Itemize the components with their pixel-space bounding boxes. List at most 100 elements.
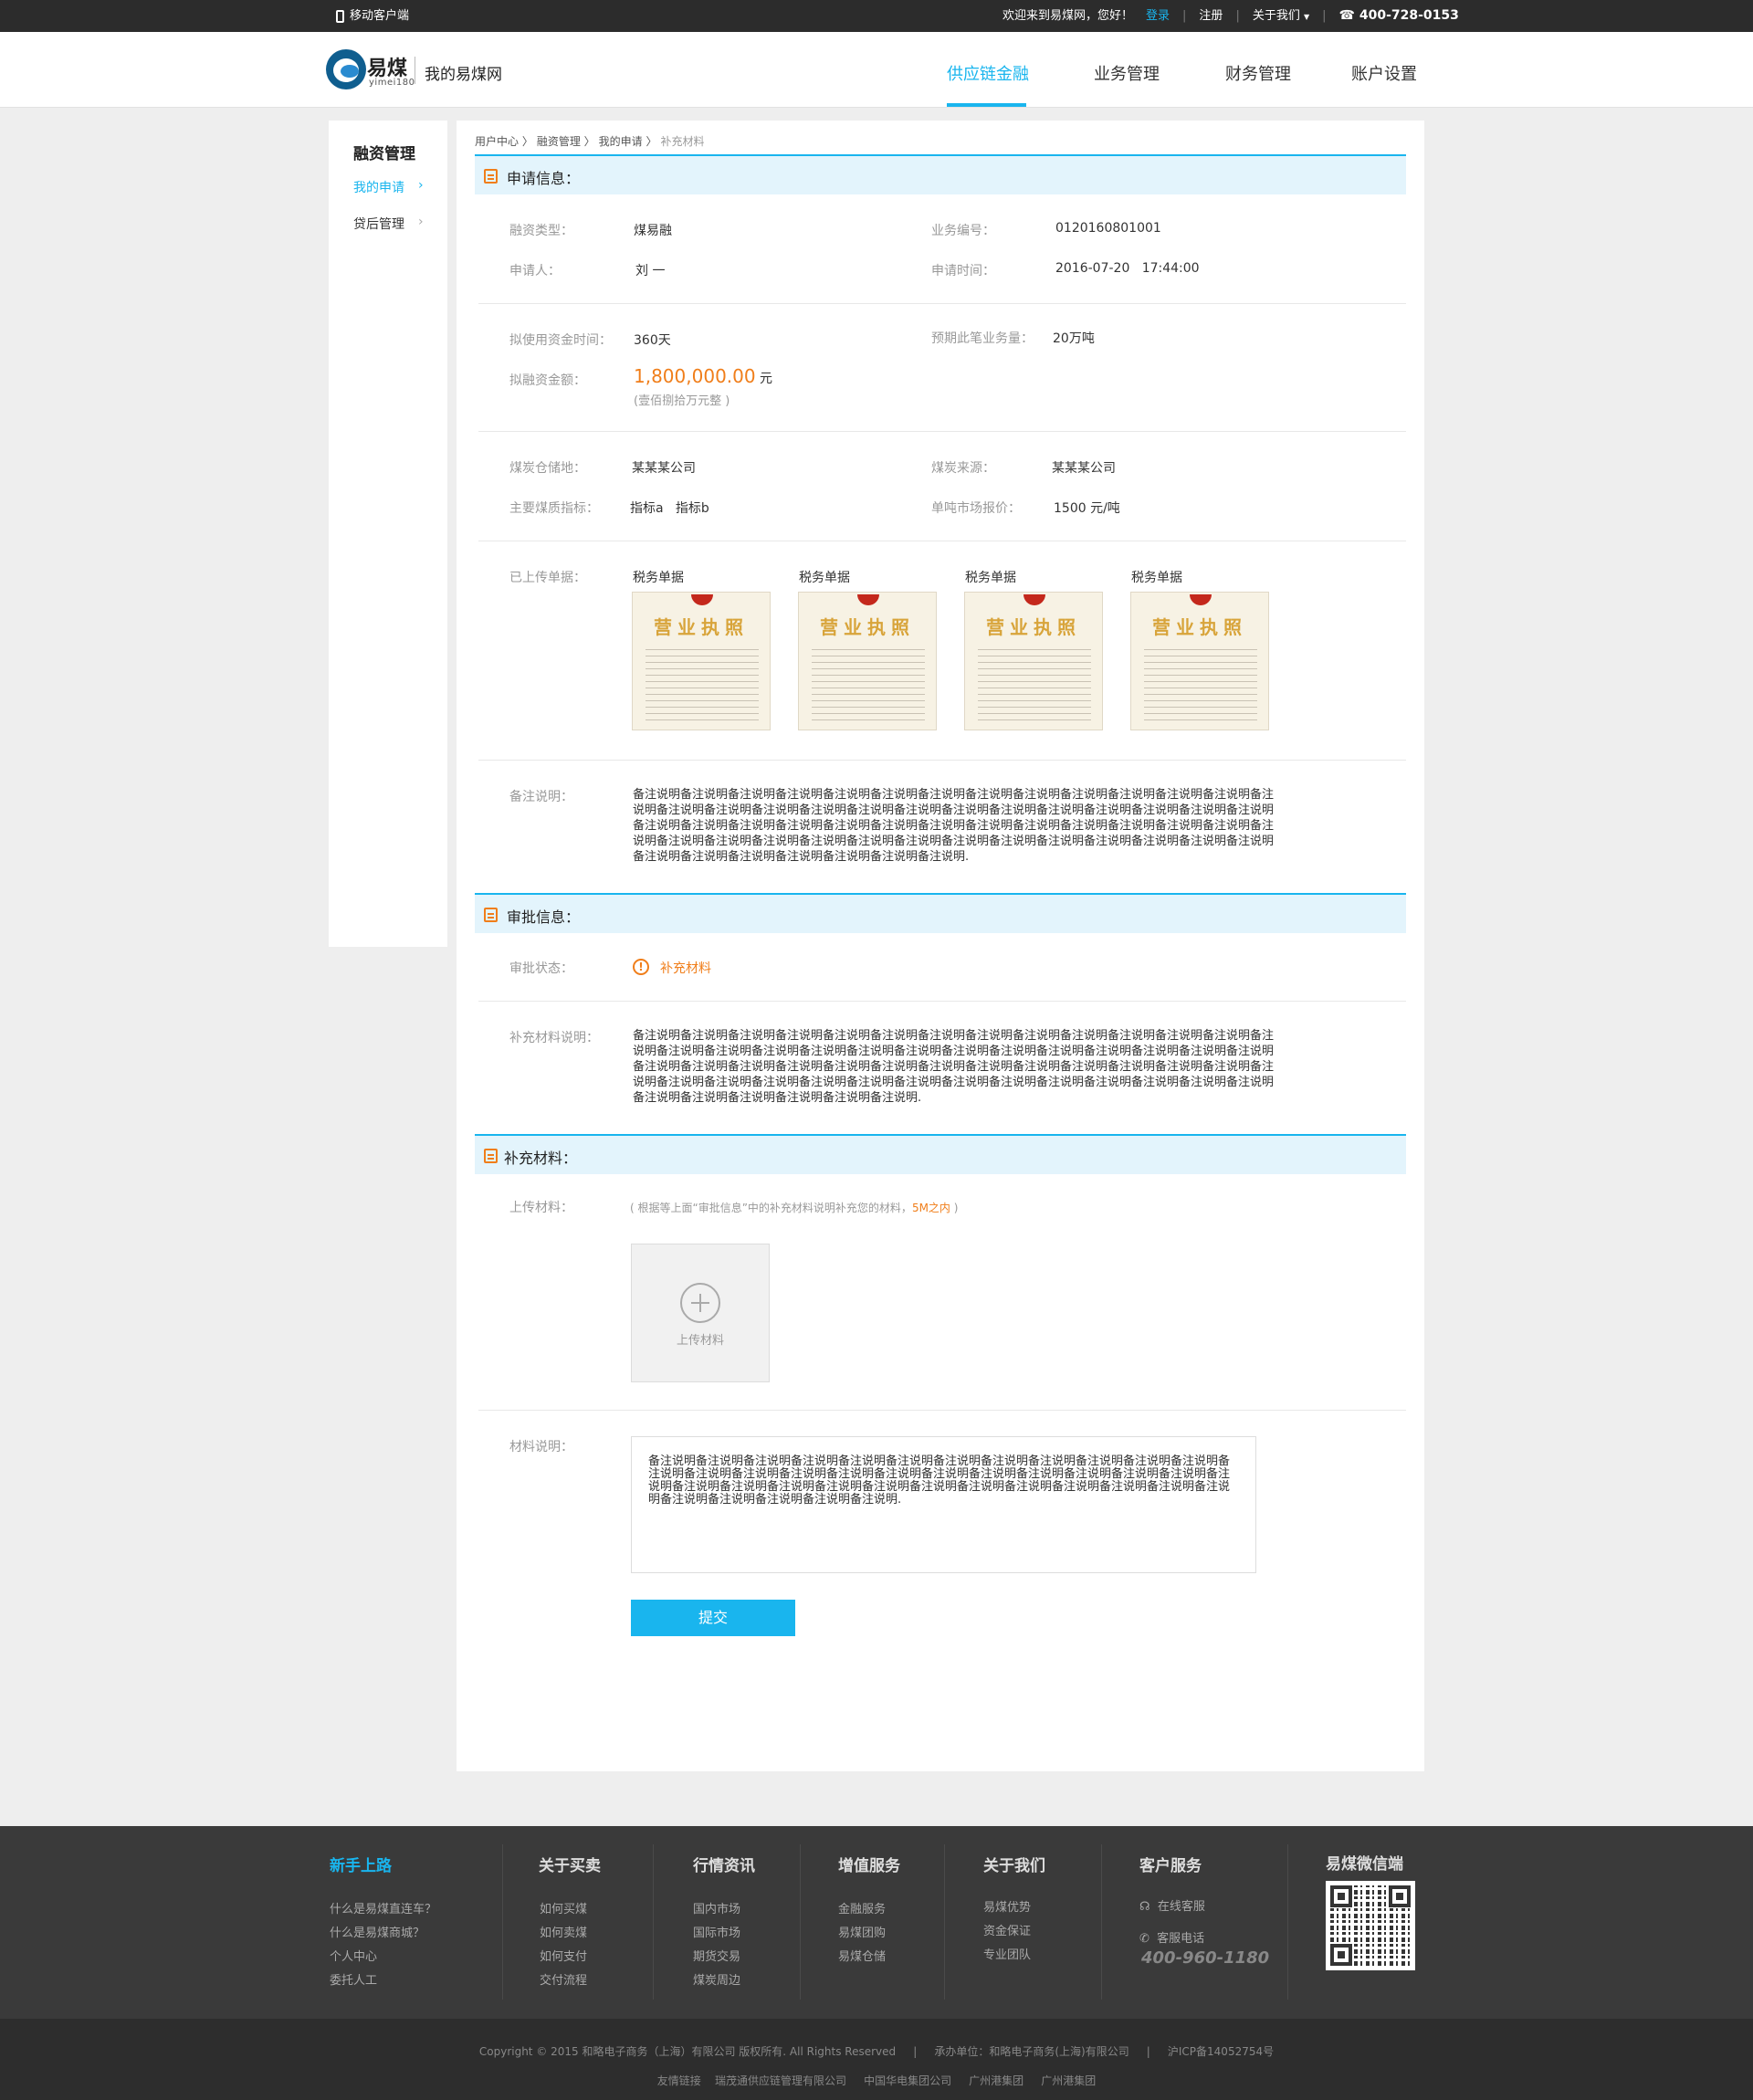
- divider: [478, 1410, 1406, 1411]
- nav-business-management[interactable]: 业务管理: [1094, 61, 1160, 85]
- upload-label: 上传材料：: [509, 1201, 573, 1215]
- source-label: 煤炭来源：: [931, 461, 995, 476]
- sidebar-item-post-loan[interactable]: 贷后管理: [353, 215, 404, 233]
- footer-link[interactable]: 专业团队: [983, 1945, 1031, 1962]
- divider: |: [1182, 9, 1187, 23]
- footer-link[interactable]: 如何支付: [540, 1947, 587, 1964]
- footer-link[interactable]: 易煤优势: [983, 1897, 1031, 1915]
- doc-caption: 税务单据: [965, 571, 1016, 585]
- footer-col-title: 关于买卖: [539, 1857, 601, 1875]
- document-title: 营业执照: [820, 616, 915, 638]
- supplement-desc-text: 备注说明备注说明备注说明备注说明备注说明备注说明备注说明备注说明备注说明备注说明…: [633, 1029, 1275, 1105]
- document-thumbnail[interactable]: 营业执照: [632, 592, 771, 730]
- plus-circle-icon: [680, 1283, 720, 1323]
- document-title: 营业执照: [986, 616, 1081, 638]
- about-dropdown[interactable]: 关于我们 ▼: [1253, 0, 1309, 33]
- applicant-label: 申请人：: [509, 264, 561, 278]
- footer-divider: [1101, 1844, 1102, 2000]
- footer-link[interactable]: 什么是易煤直连车？: [330, 1899, 436, 1916]
- telephone-icon: ☎: [1338, 8, 1355, 23]
- applicant-value: 刘 一: [635, 264, 666, 278]
- friend-links[interactable]: 友情链接 瑞茂通供应链管理有限公司 中国华电集团公司 广州港集团 广州港集团: [0, 2073, 1753, 2088]
- footer-link[interactable]: 国内市场: [693, 1899, 740, 1916]
- online-service-link[interactable]: ☊ 在线客服: [1139, 1896, 1205, 1914]
- section-header-apply-info: 申请信息：: [475, 154, 1406, 194]
- footer-link[interactable]: 金融服务: [838, 1899, 886, 1916]
- footer-link[interactable]: 个人中心: [330, 1947, 377, 1964]
- nav-active-indicator: [947, 103, 1026, 107]
- finance-type-value: 煤易融: [634, 224, 672, 238]
- footer-link[interactable]: 易煤仓储: [838, 1947, 886, 1964]
- copyright-bar: Copyright © 2015 和略电子商务（上海）有限公司 版权所有. Al…: [0, 2019, 1753, 2100]
- footer-link[interactable]: 国际市场: [693, 1923, 740, 1940]
- breadcrumb-current: 补充材料: [660, 135, 705, 148]
- document-text-lines: [1144, 644, 1257, 722]
- footer-divider: [1287, 1844, 1288, 2000]
- emblem-icon: [1190, 594, 1212, 605]
- site-title[interactable]: 我的易煤网: [425, 61, 502, 84]
- footer-col-title: 易煤微信端: [1326, 1855, 1403, 1874]
- footer-link[interactable]: 期货交易: [693, 1947, 740, 1964]
- document-thumbnail[interactable]: 营业执照: [798, 592, 937, 730]
- submit-button[interactable]: 提交: [631, 1600, 795, 1636]
- login-link[interactable]: 登录: [1146, 0, 1170, 32]
- footer-link[interactable]: 如何买煤: [540, 1899, 587, 1916]
- price-label: 单吨市场报价：: [931, 501, 1021, 516]
- upload-material-button[interactable]: 上传材料: [631, 1244, 770, 1382]
- warning-icon: !: [633, 959, 649, 975]
- emblem-icon: [691, 594, 713, 605]
- sidebar-title: 融资管理: [353, 145, 415, 163]
- footer-col-title: 客户服务: [1139, 1857, 1202, 1875]
- document-icon: [484, 908, 498, 922]
- breadcrumb-finance-management[interactable]: 融资管理 〉: [537, 133, 595, 149]
- divider: [478, 760, 1406, 761]
- sidebar-item-my-applications[interactable]: 我的申请: [353, 178, 404, 196]
- footer-link[interactable]: 如何卖煤: [540, 1923, 587, 1940]
- approval-status-value: 补充材料: [660, 961, 711, 976]
- footer-link[interactable]: 资金保证: [983, 1921, 1031, 1938]
- material-desc-textarea[interactable]: 备注说明备注说明备注说明备注说明备注说明备注说明备注说明备注说明备注说明备注说明…: [631, 1436, 1256, 1573]
- footer-link[interactable]: 易煤团购: [838, 1923, 886, 1940]
- footer-divider: [800, 1844, 801, 2000]
- breadcrumb-user-center[interactable]: 用户中心 〉: [475, 133, 533, 149]
- divider: [478, 431, 1406, 432]
- divider: [478, 1001, 1406, 1002]
- register-link[interactable]: 注册: [1199, 0, 1223, 32]
- breadcrumb-my-applications[interactable]: 我的申请 〉: [599, 133, 657, 149]
- footer-col-title: 关于我们: [983, 1857, 1045, 1875]
- document-title: 营业执照: [654, 616, 749, 638]
- footer-link[interactable]: 煤炭周边: [693, 1970, 740, 1988]
- hotline-label: ✆ 客服电话: [1139, 1932, 1205, 1946]
- footer-link[interactable]: 委托人工: [330, 1970, 377, 1988]
- footer-link[interactable]: 交付流程: [540, 1970, 587, 1988]
- document-thumbnail[interactable]: 营业执照: [964, 592, 1103, 730]
- divider: [478, 303, 1406, 304]
- logo-subtext: yimei180: [369, 78, 415, 88]
- footer: 新手上路 什么是易煤直连车？ 什么是易煤商城？ 个人中心 委托人工 关于买卖 如…: [0, 1826, 1753, 2019]
- approval-status-label: 审批状态：: [509, 961, 573, 976]
- main-content: 用户中心 〉 融资管理 〉 我的申请 〉 补充材料 申请信息： 融资类型： 煤易…: [457, 121, 1424, 1771]
- document-thumbnail[interactable]: 营业执照: [1130, 592, 1269, 730]
- caret-down-icon: ▼: [1303, 12, 1310, 21]
- section-header-supplement: 补充材料：: [475, 1134, 1406, 1174]
- doc-caption: 税务单据: [799, 571, 850, 585]
- doc-caption: 税务单据: [1131, 571, 1182, 585]
- footer-link[interactable]: 什么是易煤商城？: [330, 1923, 425, 1940]
- chevron-right-icon: ›: [418, 178, 424, 193]
- quality-label: 主要煤质指标：: [509, 501, 599, 516]
- apply-time-label: 申请时间：: [931, 264, 995, 278]
- chevron-right-icon: ›: [418, 215, 424, 229]
- mobile-client-link[interactable]: 移动客户端: [336, 0, 409, 32]
- supplement-desc-label: 补充材料说明：: [509, 1031, 599, 1045]
- document-text-lines: [646, 644, 759, 722]
- nav-account-settings[interactable]: 账户设置: [1351, 61, 1417, 85]
- nav-finance-management[interactable]: 财务管理: [1225, 61, 1291, 85]
- nav-supply-chain-finance[interactable]: 供应链金融: [947, 61, 1029, 85]
- document-text-lines: [978, 644, 1091, 722]
- emblem-icon: [1023, 594, 1045, 605]
- footer-hotline: 400-960-1180: [1141, 1948, 1270, 1968]
- footer-col-title: 行情资讯: [693, 1857, 755, 1875]
- amount-in-words: (壹佰捌拾万元整 ): [634, 394, 730, 408]
- source-value: 某某某公司: [1052, 461, 1116, 476]
- logo-icon[interactable]: [326, 49, 366, 89]
